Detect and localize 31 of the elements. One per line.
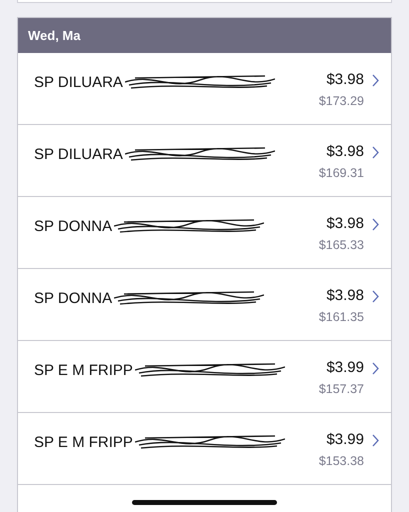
- transaction-row[interactable]: SP E M FRIPP $3.99 $153.38: [18, 413, 391, 485]
- chevron-icon: [372, 290, 379, 303]
- transaction-row[interactable]: SP DONNA $3.98 $165.33: [18, 197, 391, 269]
- date-header: Wed, Ma: [28, 28, 80, 43]
- chevron-icon: [372, 362, 379, 375]
- transaction-row[interactable]: SP E M FRIPP $3.99 $157.37: [18, 341, 391, 413]
- transaction-amount: $3.99: [326, 359, 364, 376]
- chevron-icon: [372, 434, 379, 447]
- transaction-description: SP DONNA: [34, 218, 112, 234]
- transaction-amount: $3.98: [326, 143, 364, 160]
- transaction-description: SP DONNA: [34, 290, 112, 306]
- transaction-amount: $3.98: [326, 71, 364, 88]
- transaction-description: SP E M FRIPP: [34, 434, 133, 450]
- running-balance: $169.31: [318, 166, 364, 180]
- running-balance: $173.29: [318, 94, 364, 108]
- transaction-row[interactable]: SP DILUARA $3.98 $173.29: [18, 53, 391, 125]
- chevron-icon: [372, 146, 379, 159]
- running-balance: $157.37: [318, 382, 364, 396]
- transaction-row[interactable]: SP DILUARA $3.98 $169.31: [18, 125, 391, 197]
- transaction-row[interactable]: SP DONNA $3.98 $161.35: [18, 269, 391, 341]
- running-balance: $153.38: [318, 454, 364, 468]
- transaction-description: SP DILUARA: [34, 74, 123, 90]
- transaction-amount: $3.99: [326, 431, 364, 448]
- chevron-icon: [372, 218, 379, 231]
- running-balance: $161.35: [318, 310, 364, 324]
- chevron-icon: [372, 74, 379, 87]
- transaction-amount: $3.98: [326, 215, 364, 232]
- running-balance: $165.33: [318, 238, 364, 252]
- transaction-description: SP E M FRIPP: [34, 362, 133, 378]
- transaction-amount: $3.98: [326, 287, 364, 304]
- transaction-description: SP DILUARA: [34, 146, 123, 162]
